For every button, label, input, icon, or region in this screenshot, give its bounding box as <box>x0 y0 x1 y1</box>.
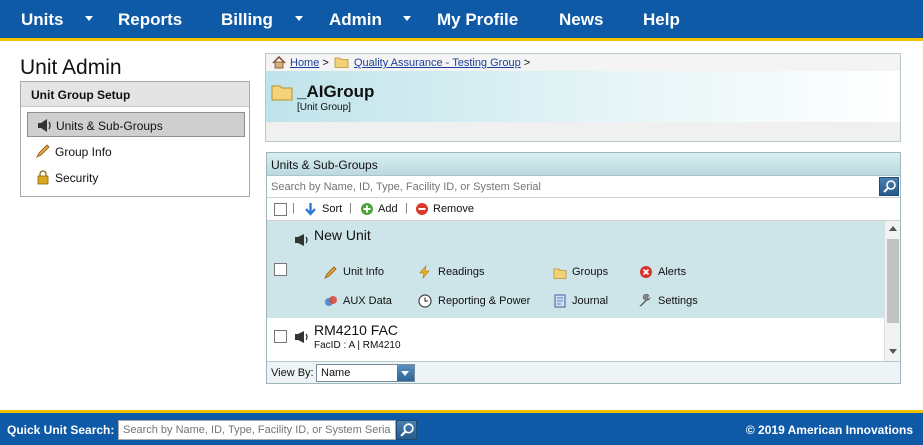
nav-billing[interactable]: Billing <box>221 10 273 30</box>
breadcrumb-home-link[interactable]: Home <box>290 57 319 69</box>
view-by-label: View By: <box>271 367 314 379</box>
quick-search-input[interactable] <box>118 420 396 440</box>
units-panel: Units & Sub-Groups | Sort | Add | Remove… <box>266 152 901 384</box>
journal-link[interactable]: Journal <box>572 295 608 307</box>
unit-name[interactable]: RM4210 FAC <box>314 322 398 338</box>
copyright: © 2019 American Innovations <box>745 423 913 437</box>
home-icon <box>272 56 286 69</box>
scroll-up-icon[interactable] <box>889 226 897 231</box>
lock-icon <box>37 170 49 185</box>
group-header-panel: Home > Quality Assurance - Testing Group… <box>265 53 901 142</box>
remove-icon <box>416 203 428 215</box>
aux-data-icon <box>325 296 337 306</box>
group-name: _AIGroup <box>297 82 375 101</box>
groups-link[interactable]: Groups <box>572 266 608 278</box>
pencil-icon <box>36 144 50 158</box>
units-search-input[interactable] <box>267 176 879 197</box>
unit-checkbox[interactable] <box>274 263 287 276</box>
unit-name[interactable]: New Unit <box>314 227 371 243</box>
reporting-power-link[interactable]: Reporting & Power <box>438 295 530 307</box>
nav-my-profile[interactable]: My Profile <box>437 10 518 30</box>
settings-link[interactable]: Settings <box>658 295 698 307</box>
select-all-checkbox[interactable] <box>274 203 287 216</box>
top-nav-bar: Units Reports Billing Admin My Profile N… <box>0 0 923 38</box>
unit-checkbox[interactable] <box>274 330 287 343</box>
nav-divider <box>0 38 923 41</box>
megaphone-icon <box>295 331 308 343</box>
sidebar-item-label: Units & Sub-Groups <box>56 119 163 133</box>
group-type: [Unit Group] <box>297 102 351 113</box>
unit-detail: FacID : A | RM4210 <box>314 340 401 351</box>
scroll-down-icon[interactable] <box>889 349 897 354</box>
units-panel-title: Units & Sub-Groups <box>267 153 900 176</box>
megaphone-icon <box>38 119 51 132</box>
toolbar-divider: | <box>349 202 352 214</box>
nav-help[interactable]: Help <box>643 10 680 30</box>
journal-icon <box>554 294 566 308</box>
units-search <box>267 176 900 198</box>
add-button[interactable]: Add <box>378 203 398 215</box>
nav-news[interactable]: News <box>559 10 603 30</box>
add-icon <box>361 203 373 215</box>
breadcrumb-group-link[interactable]: Quality Assurance - Testing Group <box>354 57 521 69</box>
chevron-down-icon[interactable] <box>295 16 303 21</box>
lightning-icon <box>419 265 430 279</box>
breadcrumb-separator: > <box>322 57 329 69</box>
sidebar-item-group-info[interactable]: Group Info <box>27 139 245 164</box>
search-button[interactable] <box>879 177 899 196</box>
breadcrumb-separator: > <box>523 57 531 69</box>
chevron-down-icon[interactable] <box>403 16 411 21</box>
sort-button[interactable]: Sort <box>322 203 342 215</box>
units-scrollbar[interactable] <box>884 221 900 361</box>
megaphone-icon <box>295 234 308 246</box>
scroll-thumb[interactable] <box>887 239 899 323</box>
folder-icon <box>334 57 349 68</box>
toolbar-divider: | <box>405 202 408 214</box>
sidebar-heading: Unit Group Setup <box>21 82 249 107</box>
pencil-icon <box>324 266 337 279</box>
view-by-select[interactable]: Name <box>316 364 415 382</box>
footer: Quick Unit Search: © 2019 American Innov… <box>0 413 923 445</box>
readings-link[interactable]: Readings <box>438 266 484 278</box>
group-banner: _AIGroup [Unit Group] <box>266 71 900 122</box>
folder-icon <box>271 85 293 101</box>
page-title: Unit Admin <box>20 56 122 79</box>
view-by-value: Name <box>321 367 351 379</box>
search-icon <box>400 423 414 437</box>
list-item[interactable]: RM4210 FAC FacID : A | RM4210 <box>267 318 884 361</box>
chevron-down-icon[interactable] <box>397 365 414 381</box>
list-item[interactable]: New Unit Unit Info Readings Groups Alert… <box>267 221 884 318</box>
units-toolbar: | Sort | Add | Remove <box>267 198 900 221</box>
remove-button[interactable]: Remove <box>433 203 474 215</box>
sidebar-item-units-sub-groups[interactable]: Units & Sub-Groups <box>27 112 245 137</box>
unit-info-link[interactable]: Unit Info <box>343 266 384 278</box>
search-icon <box>883 180 896 193</box>
nav-admin[interactable]: Admin <box>329 10 382 30</box>
sidebar: Unit Group Setup Units & Sub-Groups Grou… <box>20 81 250 197</box>
nav-reports[interactable]: Reports <box>118 10 182 30</box>
chevron-down-icon[interactable] <box>85 16 93 21</box>
toolbar-divider: | <box>292 202 295 214</box>
quick-search-button[interactable] <box>396 420 417 440</box>
quick-search-label: Quick Unit Search: <box>7 423 115 437</box>
aux-data-link[interactable]: AUX Data <box>343 295 392 307</box>
sidebar-item-label: Group Info <box>55 145 112 159</box>
clock-icon <box>418 294 432 308</box>
breadcrumb: Home > Quality Assurance - Testing Group… <box>266 54 900 71</box>
sidebar-item-security[interactable]: Security <box>27 165 245 190</box>
sidebar-item-label: Security <box>55 171 99 185</box>
alerts-link[interactable]: Alerts <box>658 266 686 278</box>
nav-units[interactable]: Units <box>21 10 64 30</box>
wrench-icon <box>639 294 651 307</box>
view-by-bar: View By: Name <box>267 361 900 383</box>
units-list: New Unit Unit Info Readings Groups Alert… <box>267 221 900 361</box>
folder-icon <box>553 268 567 279</box>
alert-icon <box>640 266 652 278</box>
sort-icon <box>305 203 316 216</box>
